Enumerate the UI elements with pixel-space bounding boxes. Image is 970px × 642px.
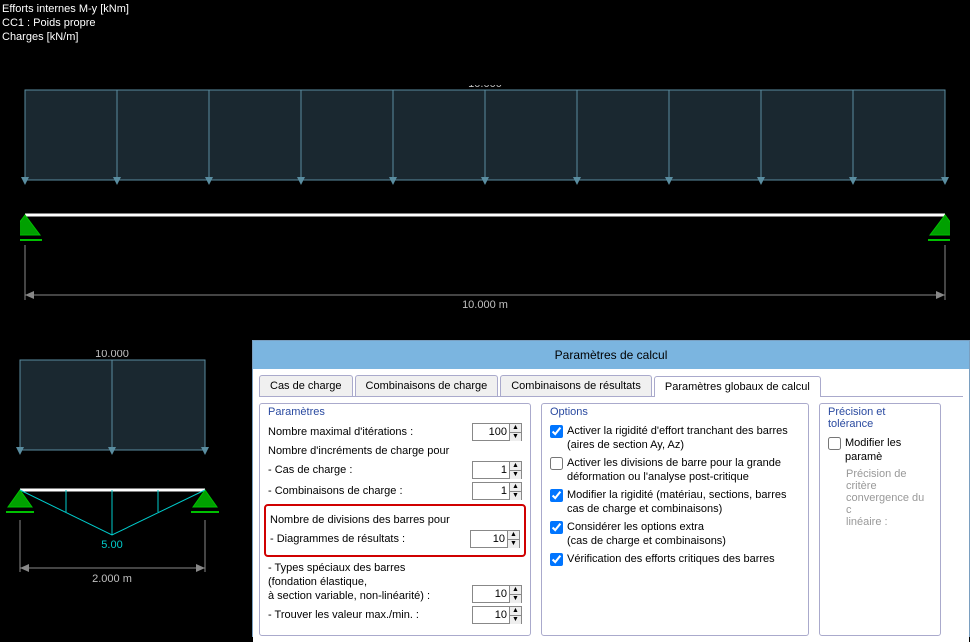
params-legend: Paramètres — [268, 406, 522, 418]
incr-header: Nombre d'incréments de charge pour — [268, 444, 522, 458]
main-load-label: 10.000 — [468, 85, 502, 90]
chk-divisions-barre[interactable] — [550, 457, 563, 470]
div-diag-label: - Diagrammes de résultats : — [270, 532, 470, 546]
spin-down-icon[interactable]: ▼ — [508, 540, 519, 548]
incr-comb-input[interactable] — [473, 483, 509, 499]
chk-modifier-rigidite[interactable] — [550, 489, 563, 502]
chk-rigidite-tranchant-label: Activer la rigidité d'effort tranchant d… — [567, 424, 788, 452]
group-precision: Précision et tolérance Modifier les para… — [819, 403, 941, 636]
support-right-small-icon — [191, 490, 219, 512]
spin-up-icon[interactable]: ▲ — [510, 462, 521, 471]
incr-cc-label: - Cas de charge : — [268, 463, 472, 477]
find-max-spinner[interactable]: ▲▼ — [472, 606, 522, 624]
tab-combinaisons-resultats[interactable]: Combinaisons de résultats — [500, 375, 652, 396]
precision-sublabel: Précision de critère convergence du c li… — [846, 468, 932, 528]
div-spec-input[interactable] — [473, 586, 509, 602]
find-max-label: - Trouver les valeur max./min. : — [268, 608, 472, 622]
spin-down-icon[interactable]: ▼ — [510, 433, 521, 441]
main-beam-diagram: 10.000 10.000 m — [20, 85, 950, 315]
support-right-icon — [928, 215, 950, 240]
group-options: Options Activer la rigidité d'effort tra… — [541, 403, 809, 636]
chk-verification-efforts-label: Vérification des efforts critiques des b… — [567, 552, 775, 566]
spin-down-icon[interactable]: ▼ — [510, 471, 521, 479]
viewport-header: Efforts internes M-y [kNm] CC1 : Poids p… — [2, 2, 129, 44]
find-max-input[interactable] — [473, 607, 509, 623]
calc-params-dialog: Paramètres de calcul Cas de charge Combi… — [252, 340, 970, 637]
spin-up-icon[interactable]: ▲ — [510, 483, 521, 492]
spin-down-icon[interactable]: ▼ — [510, 616, 521, 624]
tab-parametres-globaux[interactable]: Paramètres globaux de calcul — [654, 376, 821, 397]
incr-cc-spinner[interactable]: ▲▼ — [472, 461, 522, 479]
incr-comb-spinner[interactable]: ▲▼ — [472, 482, 522, 500]
chk-options-extra-label: Considérer les options extra (cas de cha… — [567, 520, 726, 548]
chk-modifier-rigidite-label: Modifier la rigidité (matériau, sections… — [567, 488, 786, 516]
dialog-title: Paramètres de calcul — [253, 341, 969, 369]
support-left-small-icon — [6, 490, 34, 512]
secondary-load-label: 10.000 — [95, 350, 129, 360]
tab-cas-de-charge[interactable]: Cas de charge — [259, 375, 353, 396]
div-diag-input[interactable] — [471, 531, 507, 547]
secondary-dim-label: 2.000 m — [92, 573, 132, 585]
max-iter-input[interactable] — [473, 424, 509, 440]
header-line-1: Efforts internes M-y [kNm] — [2, 2, 129, 16]
spin-up-icon[interactable]: ▲ — [510, 607, 521, 616]
spin-down-icon[interactable]: ▼ — [510, 492, 521, 500]
max-iter-spinner[interactable]: ▲▼ — [472, 423, 522, 441]
incr-comb-label: - Combinaisons de charge : — [268, 484, 472, 498]
precision-legend: Précision et tolérance — [828, 406, 932, 430]
group-parametres: Paramètres Nombre maximal d'itérations :… — [259, 403, 531, 636]
chk-options-extra[interactable] — [550, 521, 563, 534]
max-iter-label: Nombre maximal d'itérations : — [268, 425, 472, 439]
spin-up-icon[interactable]: ▲ — [510, 424, 521, 433]
incr-cc-input[interactable] — [473, 462, 509, 478]
div-header: Nombre de divisions des barres pour — [270, 513, 520, 527]
support-left-icon — [20, 215, 42, 240]
chk-divisions-barre-label: Activer les divisions de barre pour la g… — [567, 456, 781, 484]
main-dim-label: 10.000 m — [462, 299, 508, 311]
spin-up-icon[interactable]: ▲ — [510, 586, 521, 595]
spin-up-icon[interactable]: ▲ — [508, 531, 519, 540]
header-line-2: CC1 : Poids propre — [2, 16, 129, 30]
secondary-result-value: 5.00 — [101, 539, 122, 551]
chk-modifier-parametres-label: Modifier les paramè — [845, 436, 932, 464]
div-spec-spinner[interactable]: ▲▼ — [472, 585, 522, 603]
div-diag-spinner[interactable]: ▲▼ — [470, 530, 520, 548]
options-legend: Options — [550, 406, 800, 418]
tab-combinaisons-charge[interactable]: Combinaisons de charge — [355, 375, 499, 396]
header-line-3: Charges [kN/m] — [2, 30, 129, 44]
spin-down-icon[interactable]: ▼ — [510, 595, 521, 603]
chk-rigidite-tranchant[interactable] — [550, 425, 563, 438]
highlight-divisions-box: Nombre de divisions des barres pour - Di… — [264, 504, 526, 557]
secondary-beam-diagram: 10.000 5.00 2.000 m — [5, 350, 245, 600]
chk-modifier-parametres[interactable] — [828, 437, 841, 450]
dialog-tabs: Cas de charge Combinaisons de charge Com… — [259, 375, 963, 397]
div-spec-label: - Types spéciaux des barres (fondation é… — [268, 561, 472, 603]
chk-verification-efforts[interactable] — [550, 553, 563, 566]
